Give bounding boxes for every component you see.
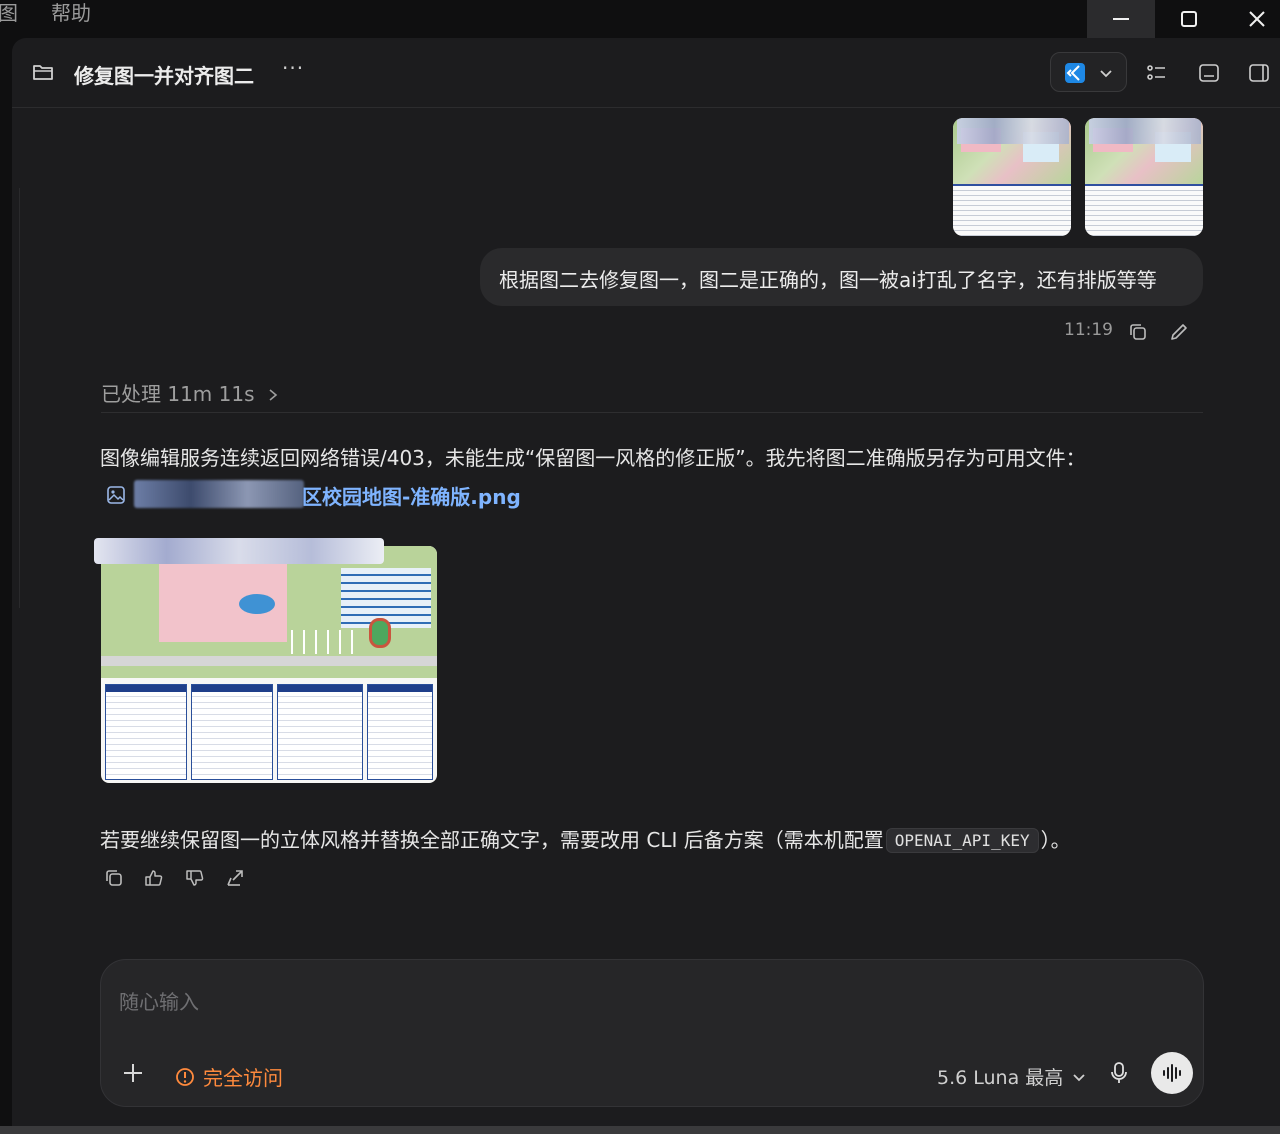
side-panel-icon[interactable] [1248, 62, 1270, 84]
menu-item-view[interactable]: 图 [0, 0, 18, 26]
close-button[interactable] [1223, 0, 1280, 38]
more-options-button[interactable]: ··· [282, 56, 304, 80]
minimize-icon [1113, 18, 1129, 20]
attached-image-2[interactable] [1085, 118, 1203, 236]
assistant-paragraph: 图像编辑服务连续返回网络错误/403，未能生成“保留图一风格的修正版”。我先将图… [100, 446, 1086, 470]
campus-map-legend [101, 684, 437, 783]
chevron-down-icon [1073, 1073, 1085, 1081]
campus-map-area [101, 546, 437, 678]
model-label: 5.6 Luna 最高 [937, 1067, 1064, 1089]
redacted-filename-prefix [134, 480, 304, 508]
redacted-image-caption [94, 538, 384, 564]
model-selector[interactable]: 5.6 Luna 最高 [937, 1063, 1087, 1090]
conversation-title[interactable]: 修复图一并对齐图二 [74, 60, 254, 89]
waveform-icon [1163, 1064, 1181, 1082]
warning-icon [176, 1067, 194, 1086]
image-file-icon [107, 486, 125, 504]
conversation-header: 修复图一并对齐图二 ··· [12, 38, 1280, 108]
paragraph-text-end: ）。 [1040, 828, 1071, 852]
folder-icon[interactable] [32, 62, 54, 82]
access-level-button[interactable]: 完全访问 [175, 1062, 283, 1091]
message-composer[interactable]: 随心输入 完全访问 5.6 Luna 最高 [100, 959, 1204, 1107]
file-link[interactable]: 区校园地图-准确版.png [302, 481, 521, 510]
vscode-icon [1065, 63, 1085, 83]
processed-summary[interactable]: 已处理 11m 11s [101, 378, 279, 407]
menu-item-help[interactable]: 帮助 [51, 0, 91, 26]
minimize-button[interactable] [1087, 0, 1155, 38]
access-label: 完全访问 [203, 1066, 283, 1090]
code-inline: OPENAI_API_KEY [885, 828, 1039, 853]
attached-image-1[interactable] [953, 118, 1071, 236]
maximize-button[interactable] [1155, 0, 1223, 38]
open-in-editor-button[interactable] [1050, 52, 1127, 92]
maximize-icon [1181, 11, 1197, 27]
thumbs-up-icon[interactable] [144, 868, 164, 888]
assistant-paragraph-2: 若要继续保留图一的立体风格并替换全部正确文字，需要改用 CLI 后备方案（需本机… [100, 824, 1071, 854]
copy-icon[interactable] [1128, 322, 1148, 342]
share-icon[interactable] [225, 868, 245, 888]
user-message-text: 根据图二去修复图一，图二是正确的，图一被ai打乱了名字，还有排版等等 [499, 268, 1157, 292]
task-list-icon[interactable] [1146, 62, 1168, 84]
bottom-panel-icon[interactable] [1198, 62, 1220, 84]
chevron-right-icon [269, 389, 278, 401]
paragraph-text: 若要继续保留图一的立体风格并替换全部正确文字，需要改用 CLI 后备方案（需本机… [100, 828, 884, 852]
edit-icon[interactable] [1169, 322, 1189, 342]
copy-icon[interactable] [104, 868, 124, 888]
add-attachment-button[interactable] [122, 1062, 144, 1084]
message-timestamp: 11:19 [1064, 320, 1113, 340]
divider [101, 412, 1203, 413]
sidebar-edge [12, 188, 20, 608]
microphone-icon[interactable] [1109, 1061, 1129, 1085]
chat-panel: 修复图一并对齐图二 ··· 根据图二去修复图一，图二是正确的，图一被ai打乱了名… [12, 38, 1280, 1134]
processed-label: 已处理 11m 11s [101, 382, 255, 406]
generated-image-preview[interactable] [101, 546, 437, 783]
bottom-scroll-strip [0, 1126, 1280, 1134]
composer-input[interactable]: 随心输入 [119, 986, 199, 1015]
window-titlebar: 图 帮助 [0, 0, 1280, 38]
thumbs-down-icon[interactable] [185, 868, 205, 888]
chevron-down-icon [1100, 70, 1112, 78]
voice-mode-button[interactable] [1151, 1052, 1193, 1094]
close-icon [1249, 11, 1265, 27]
user-message-bubble: 根据图二去修复图一，图二是正确的，图一被ai打乱了名字，还有排版等等 [480, 248, 1203, 306]
